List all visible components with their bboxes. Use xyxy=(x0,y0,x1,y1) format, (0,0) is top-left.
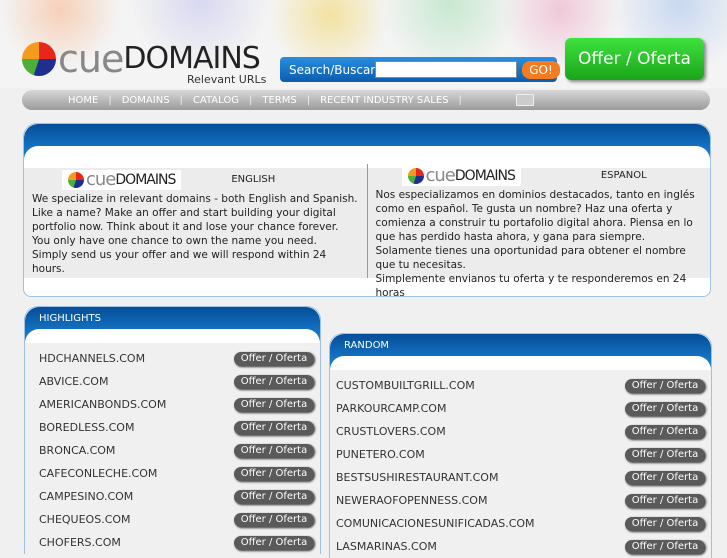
offer-button[interactable]: Offer / Oferta xyxy=(234,512,314,527)
logo-cue: cue xyxy=(58,37,124,81)
intro-panel: cue DOMAINS ENGLISH We specialize in relev… xyxy=(23,123,711,297)
go-button[interactable]: GO! xyxy=(522,60,560,79)
english-column: cue DOMAINS ENGLISH We specialize in relev… xyxy=(24,168,367,278)
english-text: We specialize in relevant domains - both… xyxy=(32,193,358,247)
domain-row: LASMARINAS.COM Offer / Oferta xyxy=(330,535,711,558)
nav-terms[interactable]: TERMS xyxy=(252,95,306,106)
offer-button[interactable]: Offer / Oferta xyxy=(625,401,705,416)
random-panel: RANDOM CUSTOMBUILTGRILL.COM Offer / Ofert… xyxy=(329,333,712,558)
offer-button[interactable]: Offer / Oferta xyxy=(234,420,314,435)
domain-link[interactable]: BRONCA.COM xyxy=(39,444,115,457)
domain-row: CHEQUEOS.COM Offer / Oferta xyxy=(25,508,320,531)
domain-row: BOREDLESS.COM Offer / Oferta xyxy=(25,416,320,439)
mini-logo: cue DOMAINS xyxy=(62,169,182,190)
offer-button[interactable]: Offer / Oferta xyxy=(234,466,314,481)
domain-row: NEWERAOFOPENNESS.COM Offer / Oferta xyxy=(330,489,711,512)
offer-button[interactable]: Offer / Oferta xyxy=(625,378,705,393)
domain-row: CRUSTLOVERS.COM Offer / Oferta xyxy=(330,420,711,443)
logo-domains: DOMAINS xyxy=(454,168,516,184)
offer-button[interactable]: Offer / Oferta xyxy=(625,539,705,554)
offer-button[interactable]: Offer / Oferta xyxy=(625,470,705,485)
offer-button[interactable]: Offer / Oferta xyxy=(625,493,705,508)
search-bar: Search/Buscar GO! xyxy=(280,57,560,82)
domain-link[interactable]: NEWERAOFOPENNESS.COM xyxy=(336,494,487,507)
domain-link[interactable]: COMUNICACIONESUNIFICADAS.COM xyxy=(336,517,535,530)
logo-cue: cue xyxy=(425,165,456,186)
domain-link[interactable]: PUNETERO.COM xyxy=(336,448,425,461)
domain-link[interactable]: CRUSTLOVERS.COM xyxy=(336,425,446,438)
offer-button[interactable]: Offer / Oferta xyxy=(234,535,314,550)
domain-link[interactable]: CUSTOMBUILTGRILL.COM xyxy=(336,379,475,392)
logo-domains: DOMAINS xyxy=(115,172,176,188)
domain-row: CAFECONLECHE.COM Offer / Oferta xyxy=(25,462,320,485)
domain-row: ABVICE.COM Offer / Oferta xyxy=(25,370,320,393)
domain-link[interactable]: PARKOURCAMP.COM xyxy=(336,402,446,415)
domain-row: COMUNICACIONESUNIFICADAS.COM Offer / Ofer… xyxy=(330,512,711,535)
offer-button[interactable]: Offer / Oferta xyxy=(625,447,705,462)
domain-link[interactable]: ABVICE.COM xyxy=(39,375,108,388)
domain-link[interactable]: CHOFERS.COM xyxy=(39,536,121,549)
domain-row: AMERICANBONDS.COM Offer / Oferta xyxy=(25,393,320,416)
logo-cue: cue xyxy=(86,169,116,190)
english-heading: ENGLISH xyxy=(231,174,276,185)
search-label: Search/Buscar xyxy=(289,62,376,77)
offer-button[interactable]: Offer / Oferta xyxy=(234,443,314,458)
domain-link[interactable]: LASMARINAS.COM xyxy=(336,540,437,553)
main-nav: HOME | DOMAINS | CATALOG | TERMS | RECENT IN… xyxy=(22,90,710,110)
domain-link[interactable]: AMERICANBONDS.COM xyxy=(39,398,166,411)
logo-ball-icon xyxy=(22,42,56,76)
domain-link[interactable]: BESTSUSHIRESTAURANT.COM xyxy=(336,471,498,484)
logo-domains: DOMAINS xyxy=(123,41,260,76)
offer-button[interactable]: Offer / Oferta xyxy=(565,38,704,80)
offer-button[interactable]: Offer / Oferta xyxy=(234,489,314,504)
domain-row: PUNETERO.COM Offer / Oferta xyxy=(330,443,711,466)
domain-row: CUSTOMBUILTGRILL.COM Offer / Oferta xyxy=(330,374,711,397)
domain-row: HDCHANNELS.COM Offer / Oferta xyxy=(25,347,320,370)
spanish-heading: ESPANOL xyxy=(600,170,647,181)
domain-row: BESTSUSHIRESTAURANT.COM Offer / Oferta xyxy=(330,466,711,489)
domain-link[interactable]: CHEQUEOS.COM xyxy=(39,513,131,526)
nav-domains[interactable]: DOMAINS xyxy=(112,95,180,106)
offer-button[interactable]: Offer / Oferta xyxy=(234,351,314,366)
offer-button[interactable]: Offer / Oferta xyxy=(234,397,314,412)
spanish-column: cue DOMAINS ESPANOL Nos especializamos en … xyxy=(366,164,711,296)
domain-link[interactable]: BOREDLESS.COM xyxy=(39,421,134,434)
offer-button[interactable]: Offer / Oferta xyxy=(625,516,705,531)
domain-row: BRONCA.COM Offer / Oferta xyxy=(25,439,320,462)
search-input[interactable] xyxy=(375,61,518,78)
domain-row: PARKOURCAMP.COM Offer / Oferta xyxy=(330,397,711,420)
english-text-2: Simply send us your offer and we will re… xyxy=(32,249,327,275)
spanish-text-2: Simplemente envianos tu oferta y te resp… xyxy=(375,273,687,297)
domain-row: CHOFERS.COM Offer / Oferta xyxy=(25,531,320,554)
offer-button[interactable]: Offer / Oferta xyxy=(234,374,314,389)
mail-icon[interactable] xyxy=(515,94,534,106)
nav-recent-sales[interactable]: RECENT INDUSTRY SALES xyxy=(310,95,458,106)
logo-ball-icon xyxy=(407,168,424,184)
tagline: Relevant URLs xyxy=(187,73,267,86)
site-logo[interactable]: cue DOMAINS xyxy=(22,37,261,81)
offer-button[interactable]: Offer / Oferta xyxy=(625,424,705,439)
logo-ball-icon xyxy=(68,172,84,188)
domain-link[interactable]: HDCHANNELS.COM xyxy=(39,352,145,365)
highlights-panel: HIGHLIGHTS HDCHANNELS.COM Offer / Oferta A… xyxy=(24,306,321,554)
nav-home[interactable]: HOME xyxy=(58,95,108,106)
nav-catalog[interactable]: CATALOG xyxy=(183,95,249,106)
domain-row: CAMPESINO.COM Offer / Oferta xyxy=(25,485,320,508)
domain-link[interactable]: CAMPESINO.COM xyxy=(39,490,133,503)
mini-logo: cue DOMAINS xyxy=(401,165,521,186)
spanish-text: Nos especializamos en dominios destacado… xyxy=(375,189,695,271)
domain-link[interactable]: CAFECONLECHE.COM xyxy=(39,467,157,480)
